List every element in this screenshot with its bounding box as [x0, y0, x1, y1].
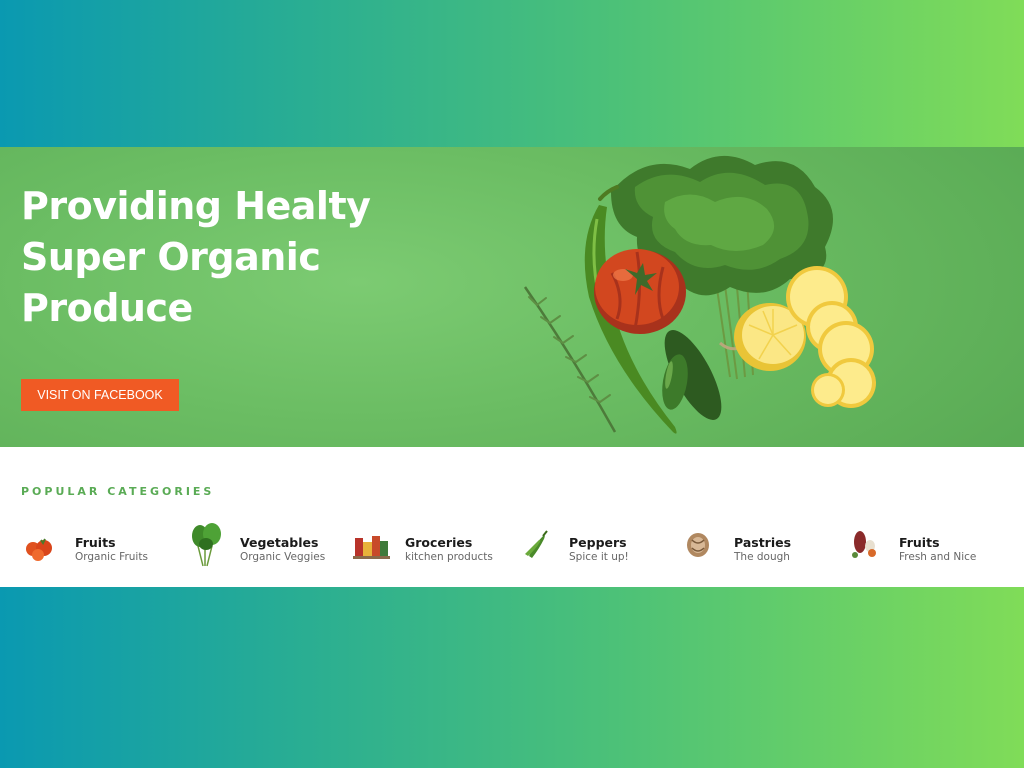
- pepper-icon: [525, 530, 548, 558]
- category-name: Fruits: [75, 535, 116, 550]
- visit-facebook-button[interactable]: VISIT ON FACEBOOK: [21, 379, 179, 411]
- cucumber-icon: [662, 330, 722, 420]
- leafy-greens-icon: [192, 523, 221, 567]
- hero-title-line: Super Organic: [21, 235, 321, 279]
- hero-title: Providing Healty Super Organic Produce: [21, 181, 371, 334]
- mixed-fruits-icon: [852, 531, 876, 558]
- category-item-peppers[interactable]: Peppers Spice it up!: [515, 518, 675, 572]
- tomato-icon: [26, 538, 52, 561]
- groceries-icon: [353, 536, 390, 559]
- category-item-vegetables[interactable]: Vegetables Organic Veggies: [186, 518, 346, 572]
- category-name: Pastries: [734, 535, 792, 550]
- hero-title-line: Produce: [21, 286, 193, 330]
- category-name: Peppers: [569, 535, 627, 550]
- pastry-icon: [687, 533, 709, 557]
- category-list: Fruits Organic Fruits Vegetables Organic…: [21, 518, 1011, 572]
- category-subtitle: The dough: [734, 551, 790, 563]
- category-name: Groceries: [405, 535, 473, 550]
- category-item-groceries[interactable]: Groceries kitchen products: [351, 518, 511, 572]
- content-card: Providing Healty Super Organic Produce V…: [0, 147, 1024, 587]
- category-subtitle: Spice it up!: [569, 551, 629, 563]
- category-name: Vegetables: [240, 535, 319, 550]
- category-subtitle: kitchen products: [405, 551, 493, 563]
- category-item-fruits-fresh[interactable]: Fruits Fresh and Nice: [845, 518, 1005, 572]
- popular-categories-heading: POPULAR CATEGORIES: [21, 485, 215, 498]
- hero-title-line: Providing Healty: [21, 184, 371, 228]
- category-subtitle: Organic Fruits: [75, 551, 148, 563]
- category-item-fruits[interactable]: Fruits Organic Fruits: [21, 518, 181, 572]
- category-item-pastries[interactable]: Pastries The dough: [680, 518, 840, 572]
- hero-banner: Providing Healty Super Organic Produce V…: [0, 147, 1024, 447]
- category-name: Fruits: [899, 535, 940, 550]
- category-subtitle: Organic Veggies: [240, 551, 326, 563]
- produce-image: [523, 155, 876, 434]
- category-subtitle: Fresh and Nice: [899, 551, 977, 563]
